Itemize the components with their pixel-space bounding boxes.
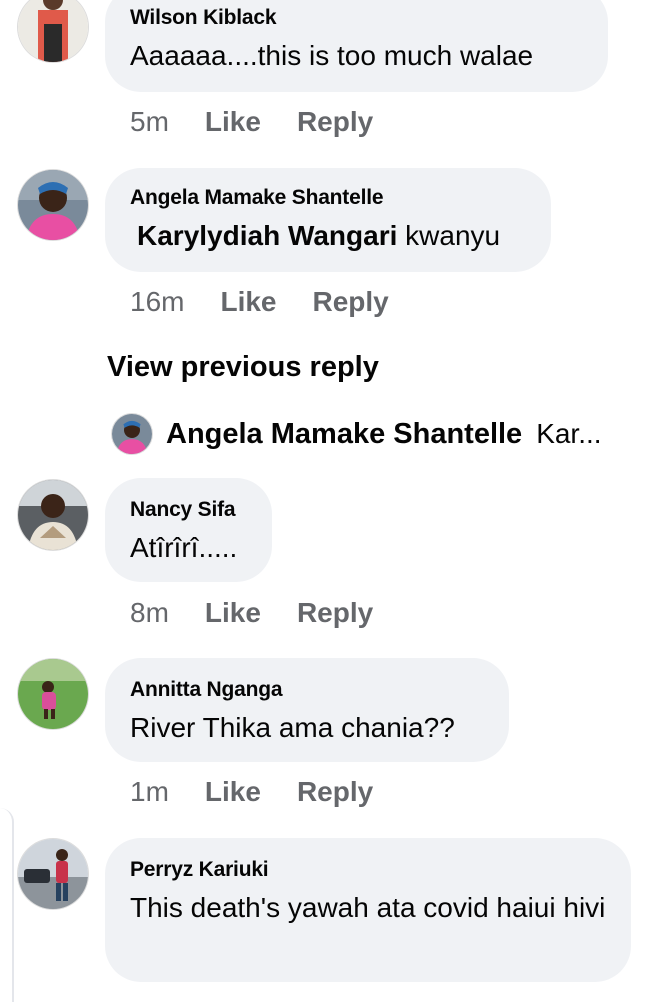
avatar bbox=[112, 414, 152, 454]
thread-line bbox=[0, 808, 14, 1002]
like-button[interactable]: Like bbox=[205, 106, 261, 138]
comment-actions: 5m Like Reply bbox=[130, 106, 373, 138]
comment-bubble: Wilson Kiblack Aaaaaa....this is too muc… bbox=[105, 0, 608, 92]
comment-text: Atîrîrî..... bbox=[130, 532, 238, 563]
comment-text: This death's yawah ata covid haiui hivi bbox=[130, 892, 606, 923]
reply-author[interactable]: Angela Mamake Shantelle bbox=[166, 418, 522, 451]
avatar[interactable] bbox=[18, 839, 88, 909]
comment-author[interactable]: Annitta Nganga bbox=[130, 678, 283, 702]
comment-time[interactable]: 16m bbox=[130, 286, 184, 318]
reply-text: Kar... bbox=[536, 418, 602, 449]
avatar[interactable] bbox=[18, 659, 88, 729]
comment-author[interactable]: Perryz Kariuki bbox=[130, 858, 269, 882]
comment-author[interactable]: Nancy Sifa bbox=[130, 498, 236, 522]
comment-author[interactable]: Angela Mamake Shantelle bbox=[130, 186, 384, 210]
comment-author[interactable]: Wilson Kiblack bbox=[130, 6, 277, 30]
comment-bubble: Annitta Nganga River Thika ama chania?? bbox=[105, 658, 509, 762]
like-button[interactable]: Like bbox=[205, 597, 261, 629]
comment-time[interactable]: 1m bbox=[130, 776, 169, 808]
comment-text: River Thika ama chania?? bbox=[130, 712, 455, 743]
like-button[interactable]: Like bbox=[205, 776, 261, 808]
reply-preview[interactable]: Angela Mamake Shantelle Kar... bbox=[112, 410, 602, 458]
comment-text: Aaaaaa....this is too much walae bbox=[130, 40, 534, 71]
reply-button[interactable]: Reply bbox=[313, 286, 389, 318]
comment-actions: 8m Like Reply bbox=[130, 597, 373, 629]
comment-bubble: Angela Mamake Shantelle Karylydiah Wanga… bbox=[105, 168, 551, 272]
comment-text-rest: kwanyu bbox=[397, 220, 501, 251]
comment-time[interactable]: 5m bbox=[130, 106, 169, 138]
avatar[interactable] bbox=[18, 170, 88, 240]
comment-text: Karylydiah Wangari kwanyu bbox=[137, 216, 500, 256]
reply-button[interactable]: Reply bbox=[297, 106, 373, 138]
view-previous-reply-link[interactable]: View previous reply bbox=[107, 351, 379, 384]
comment-time[interactable]: 8m bbox=[130, 597, 169, 629]
comment-bubble: Perryz Kariuki This death's yawah ata co… bbox=[105, 838, 631, 982]
avatar[interactable] bbox=[18, 0, 88, 62]
avatar[interactable] bbox=[18, 480, 88, 550]
comment-actions: 16m Like Reply bbox=[130, 286, 389, 318]
reply-button[interactable]: Reply bbox=[297, 776, 373, 808]
mention-link[interactable]: Karylydiah Wangari bbox=[137, 220, 397, 251]
reply-button[interactable]: Reply bbox=[297, 597, 373, 629]
like-button[interactable]: Like bbox=[220, 286, 276, 318]
comment-bubble: Nancy Sifa Atîrîrî..... bbox=[105, 478, 272, 582]
comment-actions: 1m Like Reply bbox=[130, 776, 373, 808]
